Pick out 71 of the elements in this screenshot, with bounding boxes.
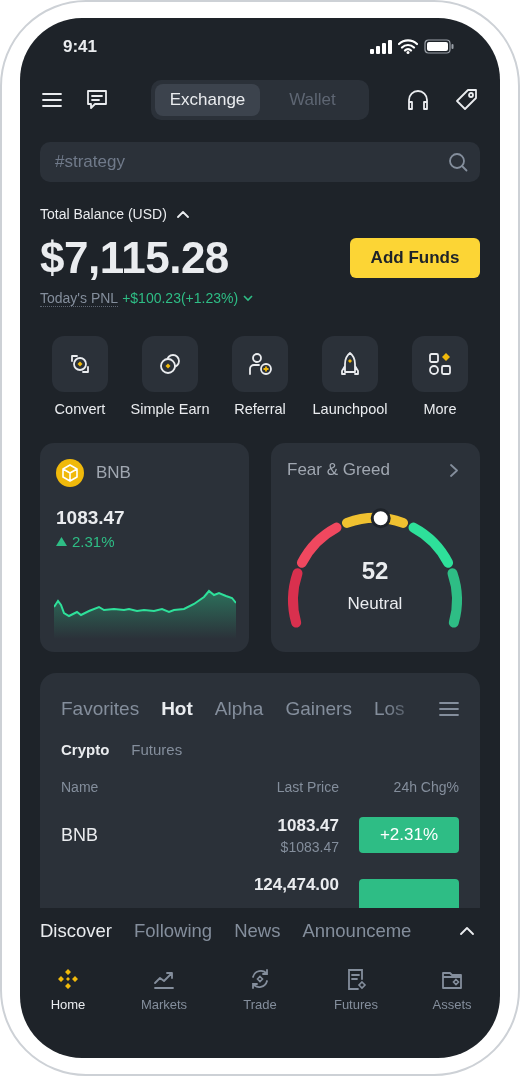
feed-tab[interactable]: Discover bbox=[40, 919, 112, 942]
gauge-card[interactable]: Fear & Greed 52 Neutral bbox=[271, 443, 480, 652]
document-icon bbox=[345, 968, 367, 990]
list-icon[interactable] bbox=[439, 701, 459, 717]
coin-change: 2.31% bbox=[72, 533, 115, 550]
menu-icon[interactable] bbox=[42, 92, 62, 108]
headset-icon[interactable] bbox=[406, 88, 430, 112]
market-subtab[interactable]: Crypto bbox=[61, 739, 110, 759]
gauge-pointer bbox=[370, 508, 391, 529]
chevron-right-icon[interactable] bbox=[450, 463, 458, 477]
diamond-logo-icon bbox=[57, 968, 79, 990]
coin-price: 1083.47 bbox=[56, 507, 126, 529]
add-funds-button[interactable]: Add Funds bbox=[350, 238, 480, 278]
shortcut-label: Referral bbox=[234, 400, 286, 418]
market-tab[interactable]: Gainers bbox=[285, 698, 352, 720]
grid-icon bbox=[426, 350, 454, 378]
shortcut-button[interactable] bbox=[412, 336, 468, 392]
market-tab[interactable]: Hot bbox=[161, 698, 193, 720]
shortcut-button[interactable] bbox=[232, 336, 288, 392]
feed-tab[interactable]: News bbox=[234, 919, 281, 942]
coin-symbol: BNB bbox=[96, 463, 131, 483]
shortcut-label: Convert bbox=[54, 400, 106, 418]
pnl-value: +$100.23(+1.23%) bbox=[122, 290, 239, 306]
nav-tab[interactable]: Futures bbox=[308, 968, 404, 1012]
search-icon[interactable] bbox=[448, 152, 468, 172]
search-field[interactable]: #strategy bbox=[40, 142, 480, 182]
search-input[interactable]: #strategy bbox=[53, 151, 448, 173]
coin-icon bbox=[56, 459, 84, 487]
caret-icon[interactable] bbox=[176, 210, 189, 218]
shortcut-label: More bbox=[423, 400, 457, 418]
gauge-title: Fear & Greed bbox=[287, 460, 390, 480]
signal-icon bbox=[370, 39, 392, 54]
add-user-icon bbox=[246, 350, 274, 378]
pnl-label: Today's PNL bbox=[40, 289, 119, 307]
nav-tab[interactable]: Home bbox=[20, 968, 116, 1012]
feed-tab[interactable]: Announceme bbox=[302, 919, 412, 942]
market-tab[interactable]: Alpha bbox=[214, 698, 264, 720]
usd-price: $1083.47 bbox=[280, 838, 339, 855]
last-price: 1083.47 bbox=[277, 815, 339, 836]
tag-icon[interactable] bbox=[454, 88, 478, 112]
wifi-icon bbox=[398, 39, 418, 54]
column-header: 24h Chg% bbox=[392, 779, 459, 795]
chevron-up-icon[interactable] bbox=[460, 926, 474, 935]
last-price: 124,474.00 bbox=[253, 875, 339, 895]
balance-label: Total Balance (USD) bbox=[40, 206, 167, 222]
shortcut-button[interactable] bbox=[322, 336, 378, 392]
shortcut-button[interactable] bbox=[52, 336, 108, 392]
shortcut-label: Launchpool bbox=[312, 400, 388, 418]
balance-amount: $7,115.28 bbox=[40, 233, 229, 283]
column-header: Last Price bbox=[276, 779, 339, 795]
chat-icon[interactable] bbox=[86, 89, 108, 111]
caret-icon[interactable] bbox=[242, 294, 255, 302]
swap-icon bbox=[249, 968, 271, 990]
nav-tab[interactable]: Assets bbox=[404, 968, 500, 1012]
battery-icon bbox=[424, 39, 454, 54]
market-subtab[interactable]: Futures bbox=[131, 739, 183, 759]
up-triangle-icon bbox=[56, 537, 67, 546]
column-header: Name bbox=[61, 779, 100, 795]
status-time: 9:41 bbox=[63, 36, 98, 57]
market-tab[interactable]: Favorites bbox=[61, 698, 140, 720]
segment-tab[interactable]: Exchange bbox=[155, 84, 260, 116]
nav-tab[interactable]: Markets bbox=[116, 968, 212, 1012]
nav-tab[interactable]: Trade bbox=[212, 968, 308, 1012]
shortcut-button[interactable] bbox=[142, 336, 198, 392]
feed-tab[interactable]: Following bbox=[133, 919, 213, 942]
shortcut-label: Simple Earn bbox=[130, 400, 210, 418]
price-card[interactable]: BNB 1083.47 2.31% bbox=[40, 443, 249, 652]
gauge-label: Neutral bbox=[347, 594, 403, 613]
market-tab[interactable]: Los bbox=[373, 698, 405, 720]
coin-name: BNB bbox=[61, 824, 99, 846]
gauge-value: 52 bbox=[361, 557, 389, 584]
